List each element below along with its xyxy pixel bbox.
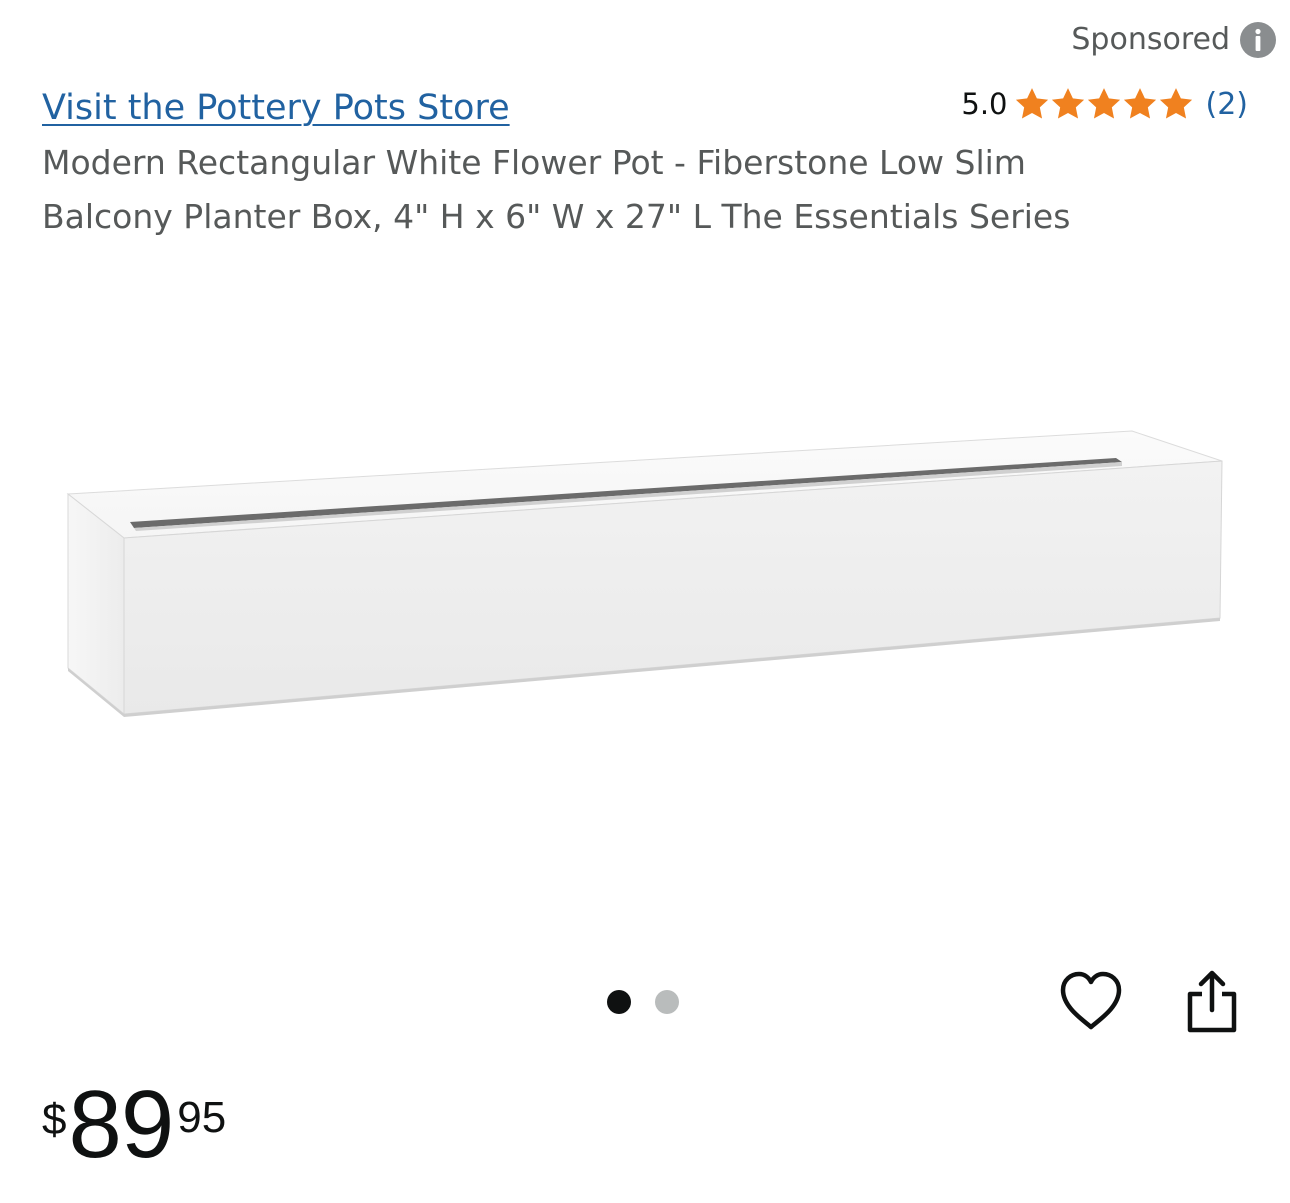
store-link[interactable]: Visit the Pottery Pots Store xyxy=(42,86,510,130)
carousel-dot-1[interactable] xyxy=(607,990,631,1014)
star-icon xyxy=(1051,88,1084,119)
price: $ 89 95 xyxy=(42,1070,226,1180)
star-icon xyxy=(1087,88,1120,119)
image-carousel-indicator[interactable] xyxy=(607,990,679,1014)
rating-count-link[interactable]: (2) xyxy=(1206,87,1249,122)
star-icon xyxy=(1015,88,1048,119)
carousel-dot-2[interactable] xyxy=(655,990,679,1014)
price-fraction: 95 xyxy=(177,1093,227,1142)
product-title: Modern Rectangular White Flower Pot - Fi… xyxy=(42,143,1071,236)
star-icon xyxy=(1159,88,1192,119)
sponsored-label-group[interactable]: Sponsored xyxy=(1071,20,1276,60)
star-icon xyxy=(1123,88,1156,119)
info-icon[interactable] xyxy=(1240,22,1276,58)
rating-value: 5.0 xyxy=(961,87,1008,121)
share-icon[interactable] xyxy=(1182,968,1242,1036)
product-image[interactable] xyxy=(40,400,1240,740)
star-rating[interactable] xyxy=(1014,87,1194,121)
price-symbol: $ xyxy=(42,1095,67,1144)
rating-summary[interactable]: 5.0 (2) xyxy=(961,84,1248,124)
heart-icon[interactable] xyxy=(1058,970,1124,1032)
price-whole: 89 xyxy=(68,1071,174,1178)
sponsored-text: Sponsored xyxy=(1071,22,1230,57)
